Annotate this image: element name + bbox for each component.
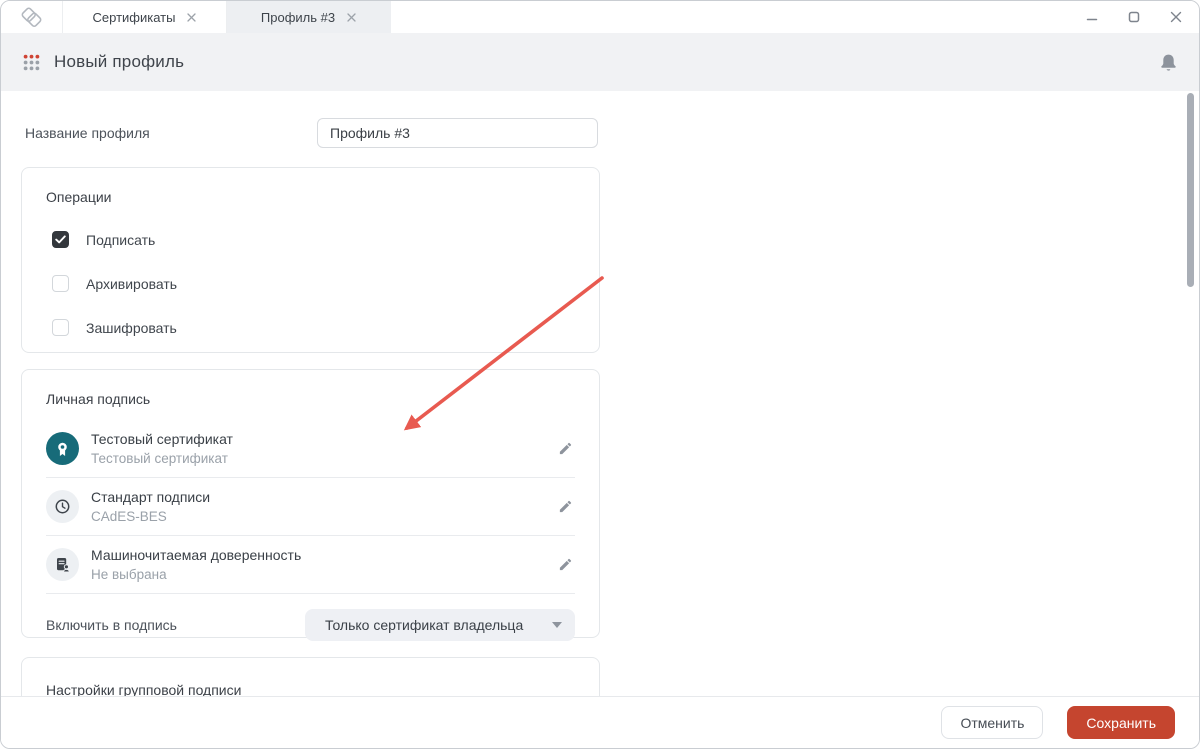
section-title: Личная подпись <box>46 391 151 407</box>
app-logo <box>1 1 63 33</box>
list-item-text: Стандарт подписи CAdES-BES <box>91 489 210 524</box>
tab-label: Профиль #3 <box>260 9 336 25</box>
minimize-icon[interactable] <box>1085 10 1099 24</box>
list-item-certificate: Тестовый сертификат Тестовый сертификат <box>46 420 575 478</box>
poa-document-icon <box>46 548 79 581</box>
tab-label: Сертификаты <box>92 9 176 25</box>
dropdown-value: Только сертификат владельца <box>325 617 524 633</box>
edit-pencil-icon[interactable] <box>556 497 575 516</box>
checkbox-unchecked[interactable] <box>52 319 69 336</box>
include-dropdown[interactable]: Только сертификат владельца <box>305 609 575 641</box>
checkbox-row-sign[interactable]: Подписать <box>52 231 575 248</box>
checkbox-label: Архивировать <box>86 275 178 292</box>
bell-icon[interactable] <box>1160 53 1177 72</box>
list-item-text: Машиночитаемая доверенность Не выбрана <box>91 547 301 582</box>
item-subtitle: Тестовый сертификат <box>91 451 228 466</box>
section-personal-signature: Личная подпись Тестовый сертификат Тесто… <box>21 369 600 641</box>
checkbox-unchecked[interactable] <box>52 275 69 292</box>
item-subtitle: CAdES-BES <box>91 509 167 524</box>
footer-bar: Отменить Сохранить <box>1 696 1199 748</box>
item-subtitle: Не выбрана <box>91 567 167 582</box>
edit-pencil-icon[interactable] <box>556 555 575 574</box>
tab-certificates[interactable]: Сертификаты <box>63 1 227 33</box>
save-button[interactable]: Сохранить <box>1067 706 1175 739</box>
item-title: Машиночитаемая доверенность <box>91 547 302 563</box>
profile-name-input[interactable] <box>317 118 598 148</box>
list-item-text: Тестовый сертификат Тестовый сертификат <box>91 431 233 466</box>
list-item-poa: Машиночитаемая доверенность Не выбрана <box>46 536 575 594</box>
list-item-signature-standard: Стандарт подписи CAdES-BES <box>46 478 575 536</box>
vertical-scrollbar-thumb[interactable] <box>1187 93 1194 287</box>
app-logo-icon <box>21 7 42 27</box>
certificate-badge-icon <box>46 432 79 465</box>
checkbox-label: Подписать <box>86 231 156 248</box>
window-controls <box>1085 1 1199 33</box>
tab-bar: Сертификаты Профиль #3 <box>1 1 1199 33</box>
profile-name-label: Название профиля <box>25 125 150 141</box>
app-window: Сертификаты Профиль #3 Новый профиль Наз… <box>0 0 1200 749</box>
checkbox-row-archive[interactable]: Архивировать <box>52 275 575 292</box>
maximize-icon[interactable] <box>1127 10 1141 24</box>
checkbox-checked[interactable] <box>52 231 69 248</box>
edit-pencil-icon[interactable] <box>556 439 575 458</box>
checkbox-label: Зашифровать <box>86 319 177 336</box>
close-icon[interactable] <box>347 12 356 22</box>
main-content: Название профиля Операции Подписать Архи… <box>1 91 1199 748</box>
include-label: Включить в подпись <box>46 617 177 633</box>
chevron-down-icon <box>552 622 562 628</box>
cancel-button[interactable]: Отменить <box>941 706 1044 739</box>
grid-dots-icon[interactable] <box>23 54 40 71</box>
item-title: Стандарт подписи <box>91 489 211 505</box>
close-icon[interactable] <box>1169 10 1183 24</box>
tab-profile-3[interactable]: Профиль #3 <box>227 1 391 33</box>
item-title: Тестовый сертификат <box>91 431 233 447</box>
section-title: Операции <box>46 189 112 205</box>
clock-icon <box>46 490 79 523</box>
include-in-signature-row: Включить в подпись Только сертификат вла… <box>46 594 575 656</box>
page-title: Новый профиль <box>54 52 185 71</box>
section-operations: Операции Подписать Архивировать Зашифров… <box>21 167 600 353</box>
checkbox-row-encrypt[interactable]: Зашифровать <box>52 319 575 336</box>
page-header: Новый профиль <box>1 33 1199 91</box>
close-icon[interactable] <box>187 12 197 22</box>
